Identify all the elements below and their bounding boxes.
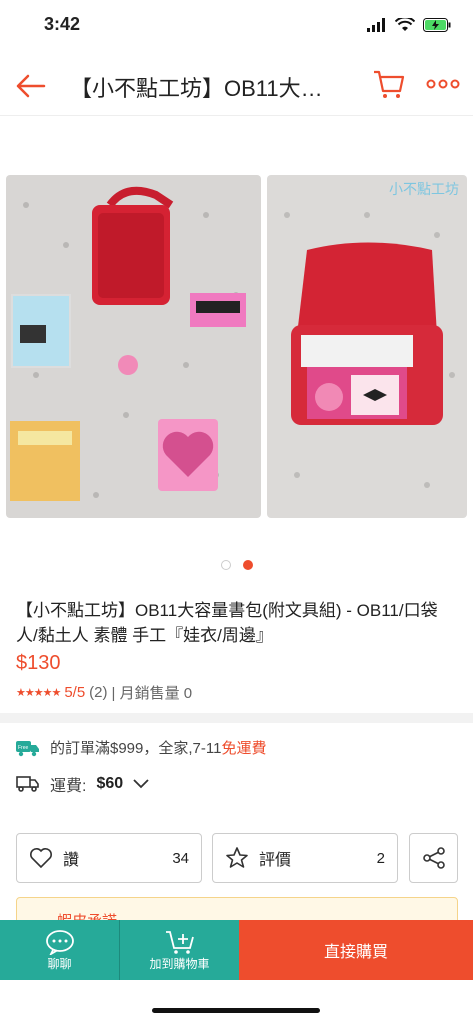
open-backpack-photo xyxy=(267,175,467,518)
cart-button[interactable] xyxy=(372,67,406,101)
bottom-action-bar: 聊聊 加到購物車 直接購買 xyxy=(0,920,473,980)
back-button[interactable] xyxy=(14,69,48,103)
home-indicator[interactable] xyxy=(152,1008,320,1013)
add-to-cart-icon xyxy=(165,930,194,954)
shipping-fee-label: 運費: xyxy=(50,778,87,795)
delivery-truck-icon xyxy=(16,776,39,792)
product-image-gallery[interactable]: 小不點工坊 xyxy=(0,175,473,520)
status-time: 3:42 xyxy=(44,14,81,34)
review-button[interactable]: 評價 2 xyxy=(212,833,398,883)
share-icon xyxy=(422,847,445,869)
product-photo-2[interactable]: 小不點工坊 xyxy=(267,175,467,518)
signal-icon xyxy=(367,18,385,32)
page-dot-1[interactable] xyxy=(220,560,231,570)
watermark: 小不點工坊 xyxy=(389,181,459,197)
shipping-fee-row[interactable]: 運費: $60 xyxy=(16,772,149,796)
like-button[interactable]: 讚 34 xyxy=(16,833,202,883)
heart-icon xyxy=(30,848,52,869)
buy-now-label: 直接購買 xyxy=(323,944,388,961)
cart-icon xyxy=(374,70,405,98)
gallery-pagination xyxy=(0,560,473,572)
review-label: 評價 xyxy=(259,852,292,869)
back-arrow-icon xyxy=(16,74,46,98)
add-to-cart-label: 加到購物車 xyxy=(149,956,210,971)
more-icon xyxy=(426,79,460,89)
free-shipping-truck-icon: Free xyxy=(16,740,39,756)
chat-button[interactable]: 聊聊 xyxy=(0,920,119,980)
rating-value: 5/5 xyxy=(64,684,86,701)
status-icons xyxy=(367,18,451,32)
page-dot-2[interactable] xyxy=(242,560,253,570)
more-button[interactable] xyxy=(426,77,460,91)
status-bar: 3:42 xyxy=(0,0,473,50)
wifi-icon xyxy=(395,18,415,31)
battery-charging-icon xyxy=(423,18,451,32)
chat-label: 聊聊 xyxy=(47,956,72,971)
like-count: 34 xyxy=(172,849,189,867)
svg-text:Free: Free xyxy=(18,745,29,751)
share-button[interactable] xyxy=(409,833,458,883)
top-nav-bar: 【小不點工坊】OB11大… xyxy=(0,55,473,116)
sold-count: | 月銷售量 0 xyxy=(111,685,193,702)
like-label: 讚 xyxy=(63,852,80,869)
chat-bubble-icon xyxy=(45,929,74,955)
shipping-fee-value: $60 xyxy=(96,775,124,792)
add-to-cart-button[interactable]: 加到購物車 xyxy=(119,920,239,980)
buy-now-button[interactable]: 直接購買 xyxy=(239,920,473,980)
product-photo-1[interactable] xyxy=(6,175,261,518)
product-price: $130 xyxy=(16,652,61,674)
product-title: 【小不點工坊】OB11大容量書包(附文具組) - OB11/口袋人/黏土人 素體… xyxy=(16,601,438,645)
rating-row[interactable]: ★★★★★ 5/5 (2) | 月銷售量 0 xyxy=(16,682,192,703)
action-row: 讚 34 評價 2 xyxy=(16,833,458,885)
star-icon xyxy=(226,847,248,868)
page-title: 【小不點工坊】OB11大… xyxy=(70,76,323,101)
rating-count: (2) xyxy=(89,684,108,701)
free-shipping-text: 的訂單滿$999，全家,7-11 xyxy=(50,740,222,757)
rating-stars-icon: ★★★★★ xyxy=(16,687,61,699)
section-divider xyxy=(0,713,473,723)
free-shipping-row[interactable]: Free 的訂單滿$999，全家,7-11免運費 xyxy=(16,737,266,758)
review-count: 2 xyxy=(376,849,385,867)
free-shipping-tag: 免運費 xyxy=(221,740,267,757)
chevron-down-icon xyxy=(133,779,149,789)
backpack-stationery-photo xyxy=(6,175,261,518)
